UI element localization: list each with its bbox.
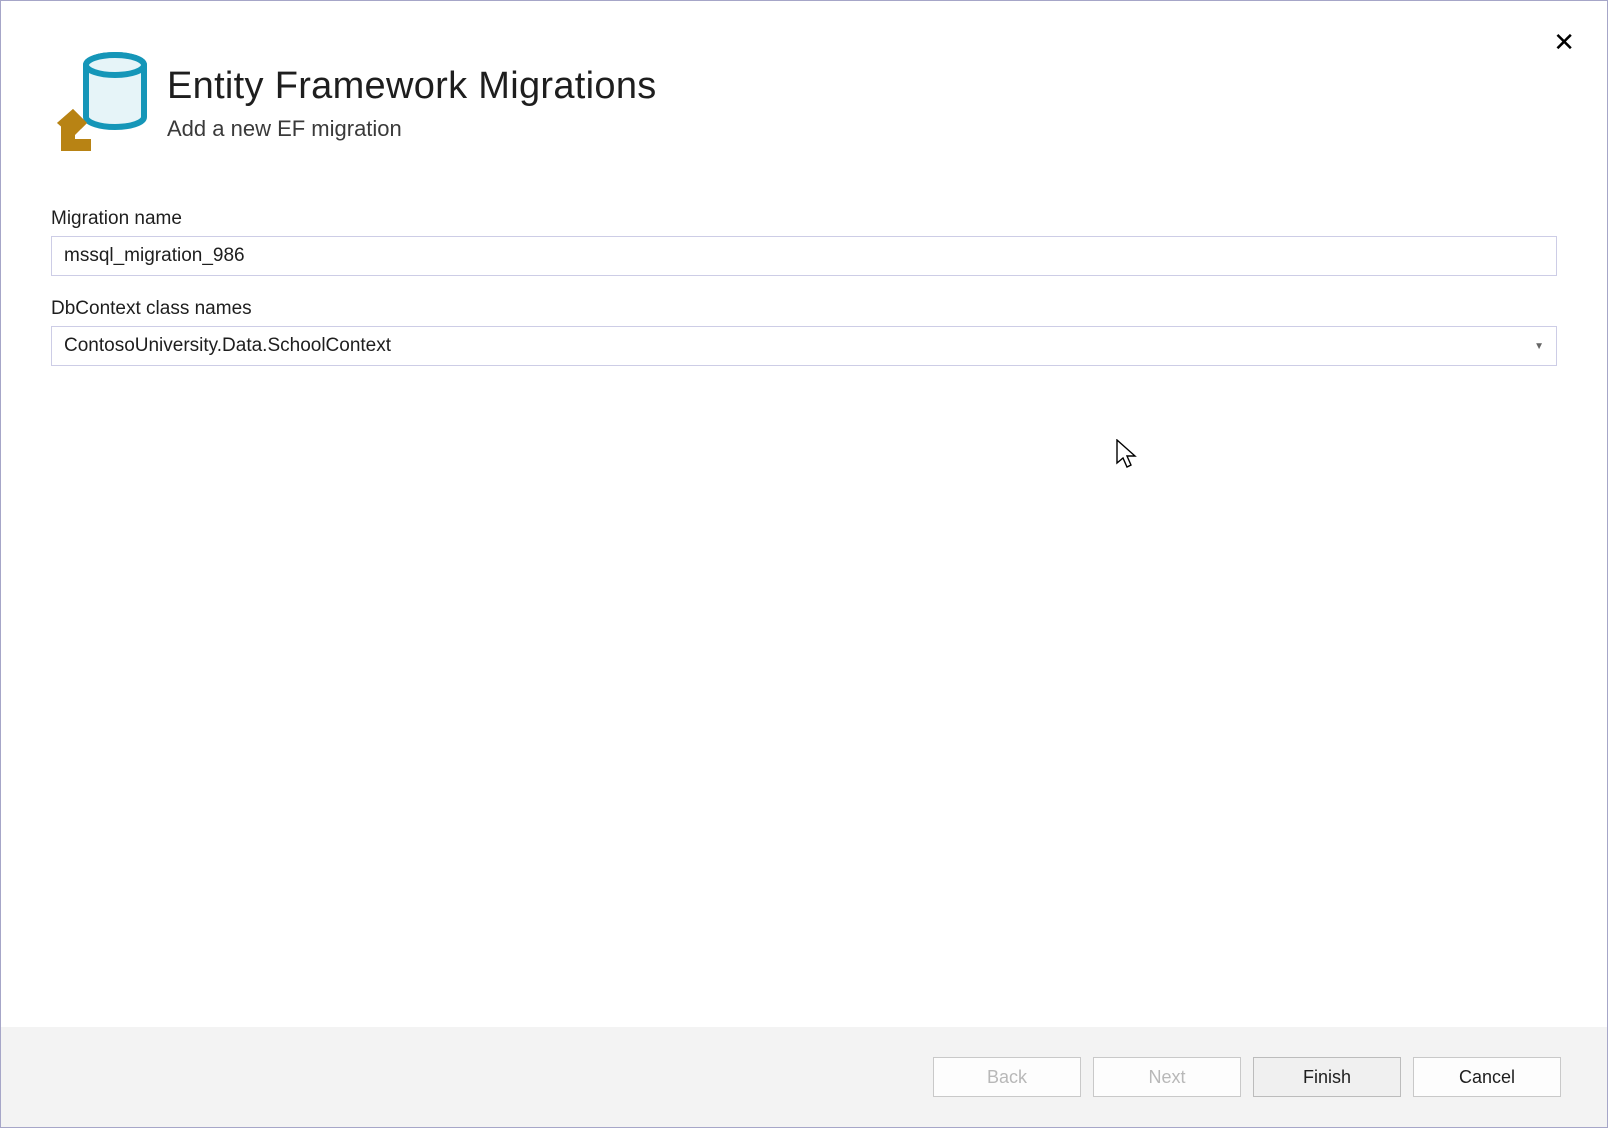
finish-button[interactable]: Finish (1253, 1057, 1401, 1097)
dialog-header: Entity Framework Migrations Add a new EF… (51, 51, 1557, 156)
dbcontext-group: DbContext class names ContosoUniversity.… (51, 298, 1557, 366)
dialog-window: ✕ Entity Framework Migrations Ad (0, 0, 1608, 1128)
migration-name-input[interactable] (51, 236, 1557, 276)
back-button: Back (933, 1057, 1081, 1097)
dialog-title: Entity Framework Migrations (167, 65, 657, 108)
header-text: Entity Framework Migrations Add a new EF… (167, 65, 657, 142)
ef-migration-icon (51, 51, 149, 156)
dbcontext-label: DbContext class names (51, 298, 1557, 320)
dialog-subtitle: Add a new EF migration (167, 116, 657, 142)
migration-name-group: Migration name (51, 208, 1557, 276)
dbcontext-combobox[interactable]: ContosoUniversity.Data.SchoolContext ▼ (51, 326, 1557, 366)
next-button: Next (1093, 1057, 1241, 1097)
chevron-down-icon: ▼ (1534, 341, 1544, 352)
dbcontext-value: ContosoUniversity.Data.SchoolContext (64, 335, 391, 357)
dialog-footer: Back Next Finish Cancel (1, 1027, 1607, 1127)
dialog-content: Entity Framework Migrations Add a new EF… (1, 1, 1607, 1027)
cancel-button[interactable]: Cancel (1413, 1057, 1561, 1097)
close-button[interactable]: ✕ (1553, 29, 1575, 55)
migration-name-label: Migration name (51, 208, 1557, 230)
